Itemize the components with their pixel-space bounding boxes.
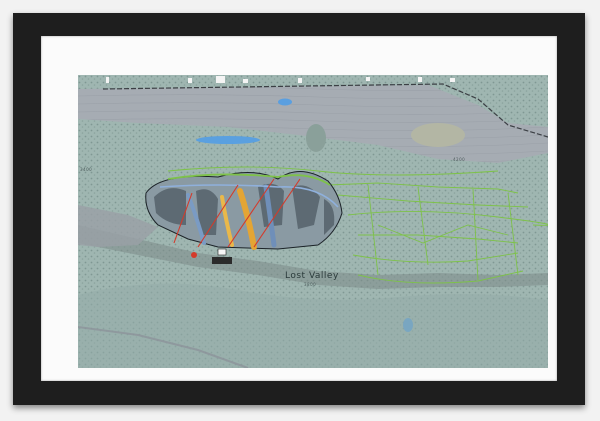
map-artwork: [78, 75, 548, 368]
resort-name-label: Lost Valley: [285, 271, 339, 281]
picture-frame: Lost Valley 4200 3800 3400: [13, 13, 585, 405]
tree-patch: [306, 124, 326, 152]
base-lodge: [217, 248, 227, 256]
rocky-hill: [411, 123, 465, 147]
picture-mat: Lost Valley 4200 3800 3400: [41, 36, 557, 381]
trail-map: Lost Valley 4200 3800 3400: [78, 75, 548, 368]
elevation-label-mid: 3800: [304, 282, 317, 287]
elevation-label-upper: 4200: [453, 157, 466, 162]
info-marker: [191, 252, 197, 258]
lodge-sign: [212, 257, 232, 264]
elevation-label-left: 3400: [80, 167, 93, 172]
lake-upper: [196, 136, 260, 144]
lake-small: [278, 98, 292, 106]
